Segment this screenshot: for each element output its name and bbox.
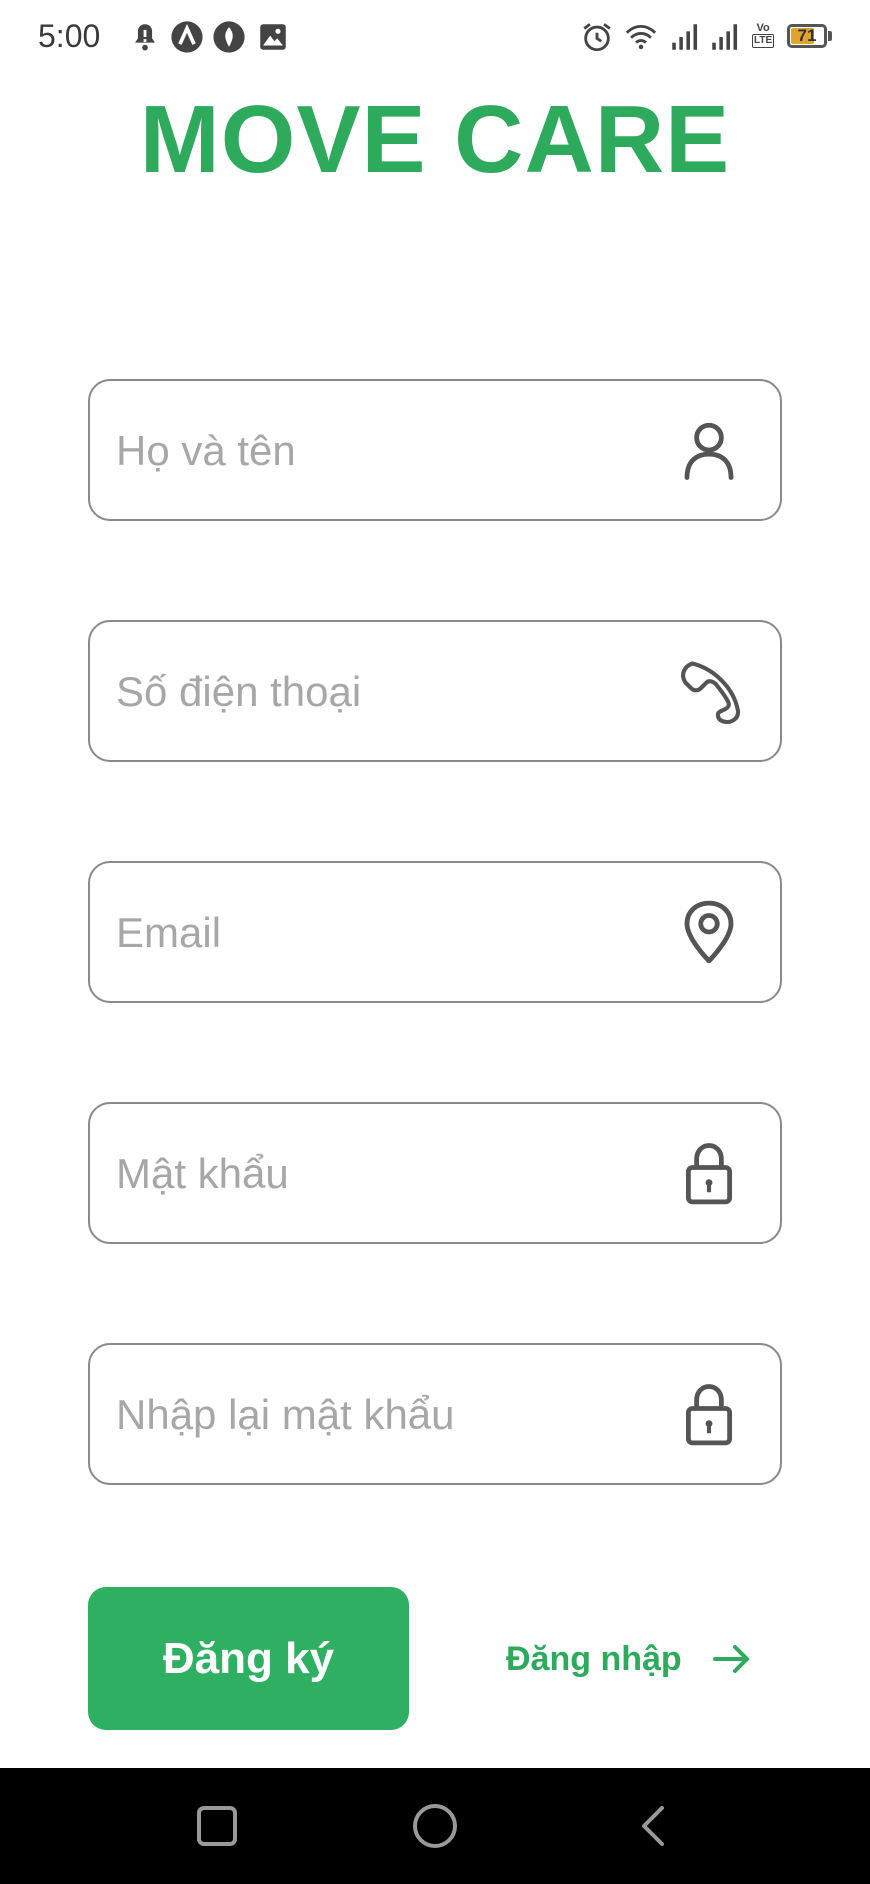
image-icon — [260, 24, 286, 50]
full-name-field[interactable] — [88, 379, 782, 521]
arrow-right-icon[interactable] — [712, 1639, 752, 1679]
email-input[interactable] — [114, 863, 658, 1003]
full-name-input[interactable] — [114, 381, 658, 521]
lte-label: LTE — [752, 34, 775, 48]
email-field[interactable] — [88, 861, 782, 1003]
confirm-password-field[interactable] — [88, 1343, 782, 1485]
confirm-password-input[interactable] — [114, 1345, 658, 1485]
register-button[interactable]: Đăng ký — [88, 1587, 409, 1730]
battery-percent: 71 — [797, 26, 817, 45]
phone-input[interactable] — [114, 622, 658, 762]
signal-icon — [672, 24, 698, 50]
signal-icon — [712, 24, 738, 50]
home-icon[interactable] — [407, 1798, 463, 1854]
password-field[interactable] — [88, 1102, 782, 1244]
app-icon — [171, 21, 203, 53]
login-label[interactable]: Đăng nhập — [506, 1640, 682, 1679]
lock-icon — [685, 1384, 733, 1446]
app-icon — [213, 21, 245, 53]
notification-bell-icon — [135, 24, 155, 51]
status-time: 5:00 — [38, 18, 101, 54]
password-input[interactable] — [114, 1104, 658, 1244]
recent-apps-icon[interactable] — [189, 1798, 245, 1854]
battery-icon: 71 — [787, 24, 827, 48]
phone-icon — [681, 661, 741, 724]
battery-tip — [828, 31, 832, 41]
back-icon[interactable] — [626, 1798, 682, 1854]
app-title: MOVE CARE — [139, 86, 731, 193]
person-icon — [684, 422, 734, 480]
volte-label: Vo — [756, 22, 770, 34]
wifi-icon — [625, 24, 657, 50]
alarm-icon — [583, 23, 611, 52]
navigation-bar — [0, 1768, 870, 1884]
lock-icon — [685, 1143, 733, 1205]
login-link[interactable]: Đăng nhập — [506, 1634, 752, 1684]
volte-indicator: Vo LTE — [752, 22, 775, 48]
location-pin-icon — [684, 900, 734, 964]
phone-field[interactable] — [88, 620, 782, 762]
status-bar: 5:00 Vo LTE 71 — [0, 0, 870, 76]
